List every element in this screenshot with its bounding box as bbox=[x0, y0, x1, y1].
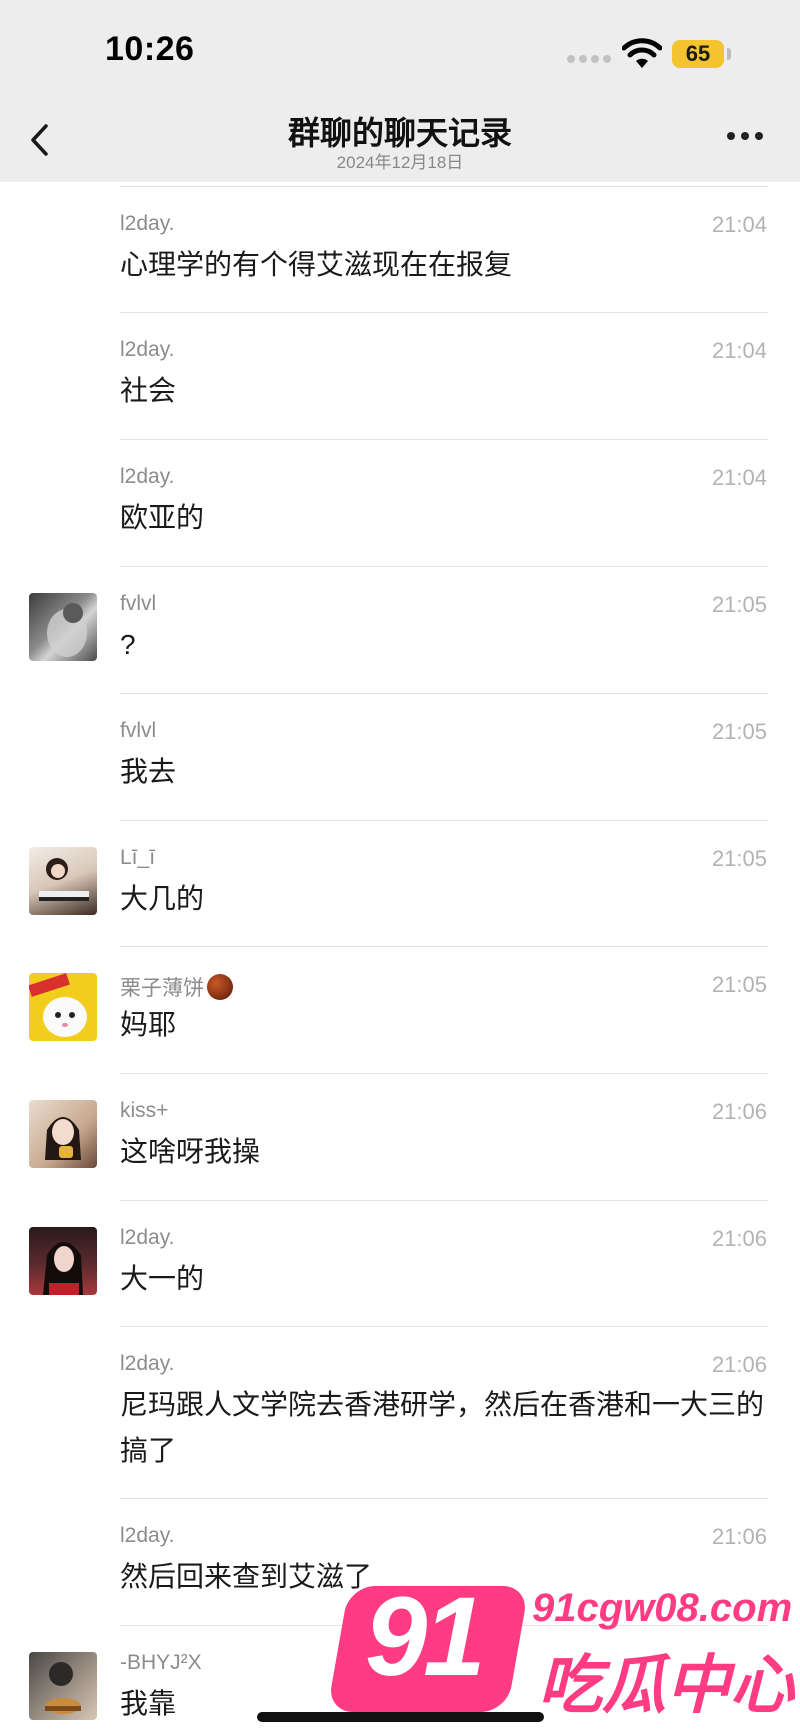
divider bbox=[120, 439, 768, 440]
divider bbox=[120, 312, 768, 313]
divider bbox=[120, 1200, 768, 1201]
message-time: 21:04 bbox=[711, 338, 767, 363]
message-time: 21:06 bbox=[711, 1099, 767, 1124]
sender-name: 栗子薄饼 bbox=[120, 972, 233, 1002]
divider bbox=[120, 1326, 768, 1327]
avatar-photo bbox=[45, 1662, 81, 1714]
sender-name: l2day. bbox=[120, 465, 175, 488]
avatar[interactable] bbox=[29, 1652, 97, 1720]
wifi-icon bbox=[622, 38, 662, 68]
message-text: 妈耶 bbox=[120, 1009, 177, 1040]
divider bbox=[120, 1498, 768, 1499]
avatar[interactable] bbox=[29, 1227, 97, 1295]
message-time: 21:05 bbox=[711, 972, 767, 997]
home-indicator[interactable] bbox=[257, 1712, 544, 1722]
divider bbox=[120, 1073, 768, 1074]
status-time: 10:26 bbox=[105, 30, 195, 68]
message-text: 尼玛跟人文学院去香港研学，然后在香港和一大三的搞了 bbox=[120, 1389, 765, 1466]
sender-name: Lī_ī bbox=[120, 846, 156, 869]
avatar-photo bbox=[29, 973, 87, 1037]
divider bbox=[120, 820, 768, 821]
avatar-photo bbox=[43, 1242, 83, 1295]
divider bbox=[120, 566, 768, 567]
message-time: 21:05 bbox=[711, 592, 767, 617]
message-time: 21:04 bbox=[711, 212, 767, 237]
divider bbox=[120, 693, 768, 694]
avatar[interactable] bbox=[29, 593, 97, 661]
avatar-photo bbox=[45, 1117, 81, 1160]
message-time: 21:05 bbox=[711, 719, 767, 744]
more-options-icon[interactable] bbox=[727, 132, 765, 142]
sender-name-text: 栗子薄饼 bbox=[120, 977, 204, 1000]
sender-name: l2day. bbox=[120, 338, 175, 361]
sender-name: l2day. bbox=[120, 1524, 175, 1547]
page-date: 2024年12月18日 bbox=[336, 153, 464, 172]
message-time: 21:04 bbox=[711, 465, 767, 490]
sender-name: l2day. bbox=[120, 1352, 175, 1375]
message-text: 心理学的有个得艾滋现在在报复 bbox=[120, 249, 513, 280]
watermark-brand: 吃瓜中心 bbox=[538, 1649, 794, 1721]
sender-name: kiss+ bbox=[120, 1099, 169, 1122]
message-text: ? bbox=[120, 629, 136, 660]
watermark-number: 91 bbox=[365, 1574, 486, 1699]
avatar[interactable] bbox=[29, 973, 97, 1041]
message-text: 欧亚的 bbox=[120, 502, 205, 533]
sender-name: l2day. bbox=[120, 212, 175, 235]
sender-name: fvlvl bbox=[120, 592, 157, 615]
divider bbox=[120, 946, 768, 947]
sender-name: fvlvl bbox=[120, 719, 157, 742]
avatar-photo bbox=[39, 858, 89, 901]
sender-name: l2day. bbox=[120, 1226, 175, 1249]
message-time: 21:06 bbox=[711, 1226, 767, 1251]
cellular-signal-icon bbox=[567, 55, 611, 65]
battery-level: 65 bbox=[672, 40, 724, 68]
battery-tip bbox=[727, 48, 731, 60]
top-bar: 10:26 65 群聊的聊天记录 2024年12月18日 bbox=[0, 0, 800, 182]
avatar[interactable] bbox=[29, 847, 97, 915]
message-text: 大一的 bbox=[120, 1263, 205, 1294]
message-time: 21:05 bbox=[711, 846, 767, 871]
avatar-photo bbox=[47, 603, 87, 657]
sender-name: -BHYJ²X bbox=[120, 1651, 202, 1674]
chestnut-emoji-icon bbox=[207, 974, 233, 1001]
message-time: 21:06 bbox=[711, 1524, 767, 1549]
divider bbox=[120, 186, 768, 187]
watermark-url: 91cgw08.com bbox=[532, 1586, 793, 1630]
message-text: 我去 bbox=[120, 756, 177, 787]
message-time: 21:06 bbox=[711, 1352, 767, 1377]
message-text: 社会 bbox=[120, 375, 177, 406]
avatar[interactable] bbox=[29, 1100, 97, 1168]
message-text: 这啥呀我操 bbox=[120, 1136, 261, 1167]
message-text: 大几的 bbox=[120, 883, 205, 914]
